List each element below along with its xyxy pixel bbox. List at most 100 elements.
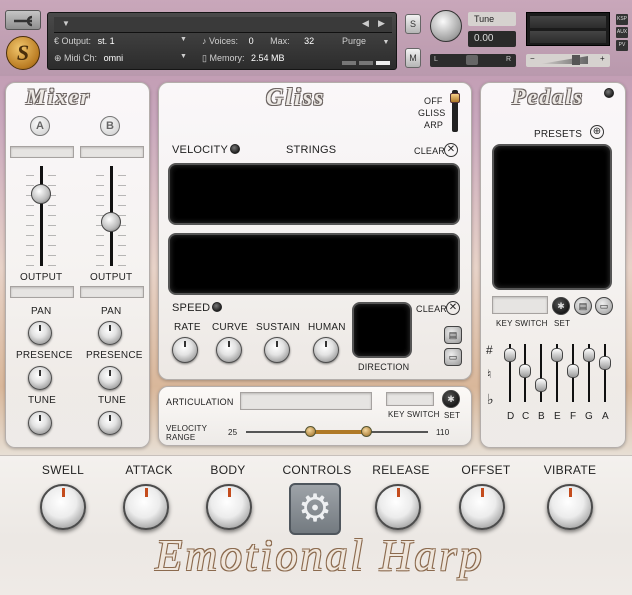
velocity-range-high-handle[interactable] [361, 426, 372, 437]
wrench-icon[interactable] [5, 10, 41, 30]
clear-strings-icon[interactable]: ✕ [444, 143, 458, 157]
pan-slider[interactable]: L R [430, 54, 516, 67]
volume-ramp [540, 56, 588, 64]
pedal-slider-d[interactable] [504, 344, 516, 402]
gliss-mode-off[interactable]: OFF [424, 96, 443, 106]
mixer-channel-a-button[interactable]: A [30, 116, 50, 136]
presence-knob-b[interactable] [98, 366, 122, 390]
pedal-slider-g[interactable] [583, 344, 595, 402]
pedals-keyswitch-label: KEY SWITCH [496, 319, 548, 328]
mixer-b-name-field[interactable] [80, 146, 144, 158]
velocity-editor[interactable] [168, 163, 460, 225]
output-dropdown-icon[interactable]: ▼ [180, 36, 187, 43]
target-icon[interactable]: ⊕ [590, 125, 604, 139]
articulation-keyswitch-field[interactable] [386, 392, 434, 406]
purge-label[interactable]: Purge [342, 36, 366, 46]
gliss-mode-handle[interactable] [450, 93, 460, 103]
midi-row[interactable]: ⊕ Midi Ch: omni ▼ [54, 53, 187, 64]
pedals-led[interactable] [604, 88, 614, 98]
solo-button[interactable]: S [405, 14, 421, 34]
human-label: HUMAN [308, 322, 346, 333]
gliss-title: Gliss [266, 85, 326, 111]
articulation-set-icon[interactable]: ✱ [442, 390, 460, 408]
presets-list[interactable] [492, 144, 612, 290]
voices-row: ♪ Voices: 0 Max: 32 [202, 36, 314, 46]
pan-knob-b[interactable] [98, 321, 122, 345]
controls-gear-button[interactable]: ⚙ [289, 483, 341, 535]
rate-knob[interactable] [172, 337, 198, 363]
body-knob[interactable] [206, 484, 252, 530]
articulation-field[interactable] [240, 392, 372, 410]
load-gliss-icon[interactable]: ▭ [444, 348, 462, 366]
purge-menu[interactable]: Purge ▼ [342, 36, 389, 46]
pv-button[interactable]: PV [616, 40, 628, 51]
speed-led[interactable] [212, 302, 222, 312]
volume-handle[interactable] [572, 55, 580, 65]
pedals-load-icon[interactable]: ▭ [595, 297, 613, 315]
velocity-range-low-handle[interactable] [305, 426, 316, 437]
next-instrument-icon[interactable]: ▶ [378, 18, 385, 29]
clear-direction-icon[interactable]: ✕ [446, 301, 460, 315]
pedal-slider-b[interactable] [535, 344, 547, 402]
offset-knob[interactable] [459, 484, 505, 530]
swell-knob[interactable] [40, 484, 86, 530]
output-row[interactable]: € Output: st. 1 ▼ [54, 36, 187, 46]
velocity-range-min: 25 [228, 428, 238, 437]
purge-dropdown-icon[interactable]: ▼ [383, 39, 390, 46]
pan-knob-a[interactable] [28, 321, 52, 345]
save-gliss-icon[interactable]: ▤ [444, 326, 462, 344]
pedals-keyswitch-field[interactable] [492, 296, 548, 314]
sustain-knob[interactable] [264, 337, 290, 363]
ksp-button[interactable]: KSP [616, 14, 628, 25]
pedals-set-icon[interactable]: ✱ [552, 297, 570, 315]
velocity-label: VELOCITY [172, 144, 229, 156]
attack-knob[interactable] [123, 484, 169, 530]
sustain-label: SUSTAIN [256, 322, 300, 333]
pedal-slider-f[interactable] [567, 344, 579, 402]
fader-track-a [40, 166, 43, 266]
offset-label: OFFSET [461, 463, 511, 477]
pedal-slider-c[interactable] [519, 344, 531, 402]
release-knob[interactable] [375, 484, 421, 530]
instrument-name-field[interactable]: ▼ ◀ ▶ [54, 17, 392, 33]
tune-knob[interactable] [430, 10, 462, 42]
output-fader-b[interactable] [101, 212, 121, 232]
output-value[interactable]: st. 1 [98, 36, 115, 46]
output-b-field[interactable] [80, 286, 144, 298]
pan-left-label: L [434, 56, 438, 63]
vibrate-knob[interactable] [547, 484, 593, 530]
pedals-save-icon[interactable]: ▤ [574, 297, 592, 315]
curve-knob[interactable] [216, 337, 242, 363]
gliss-mode-gliss[interactable]: GLISS [418, 108, 446, 118]
volume-slider[interactable]: − + [526, 54, 610, 67]
midi-value[interactable]: omni [104, 53, 124, 63]
pedal-label-b: B [538, 411, 545, 422]
rate-label: RATE [174, 322, 201, 333]
mute-button[interactable]: M [405, 48, 421, 68]
pedal-slider-e[interactable] [551, 344, 563, 402]
output-icon: € [54, 36, 62, 46]
side-buttons: KSP AUX PV [616, 14, 628, 70]
max-value[interactable]: 32 [304, 36, 314, 46]
tune-value[interactable]: 0.00 [468, 31, 516, 47]
speed-label: SPEED [172, 302, 211, 314]
pan-center-handle[interactable] [466, 55, 478, 65]
tune-knob-a[interactable] [28, 411, 52, 435]
strings-editor[interactable] [168, 233, 460, 295]
output-a-field[interactable] [10, 286, 74, 298]
output-fader-a[interactable] [31, 184, 51, 204]
prev-instrument-icon[interactable]: ◀ [362, 18, 369, 29]
gliss-mode-arp[interactable]: ARP [424, 120, 443, 130]
direction-pad[interactable] [352, 302, 412, 358]
pedal-slider-a[interactable] [599, 344, 611, 402]
midi-dropdown-icon[interactable]: ▼ [180, 53, 187, 60]
human-knob[interactable] [313, 337, 339, 363]
tune-knob-b[interactable] [98, 411, 122, 435]
menu-arrow-icon[interactable]: ▼ [62, 19, 70, 28]
presence-label-b: PRESENCE [86, 350, 143, 361]
aux-button[interactable]: AUX [616, 27, 628, 38]
mixer-channel-b-button[interactable]: B [100, 116, 120, 136]
mixer-a-name-field[interactable] [10, 146, 74, 158]
velocity-led[interactable] [230, 144, 240, 154]
presence-knob-a[interactable] [28, 366, 52, 390]
